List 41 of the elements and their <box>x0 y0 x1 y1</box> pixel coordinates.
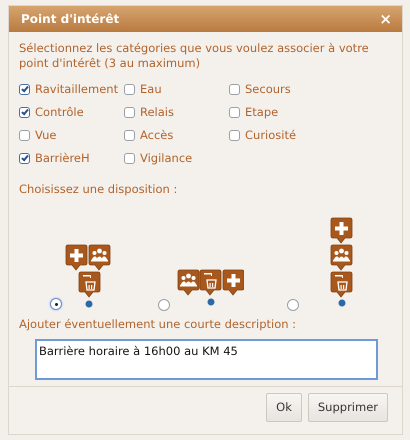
plus-marker-icon <box>222 270 244 296</box>
checkbox-label: Secours <box>245 82 291 97</box>
section-label: Ajouter éventuellement une courte description : <box>19 316 298 334</box>
checkbox[interactable] <box>124 153 135 164</box>
checkbox-label: Relais <box>140 105 174 120</box>
checkbox[interactable] <box>229 84 240 95</box>
checkbox[interactable] <box>124 130 135 141</box>
radio-button[interactable] <box>287 299 299 312</box>
section-label: Choisissez une disposition : <box>19 181 178 198</box>
anchor-dot <box>338 300 346 307</box>
checkbox-label: BarrièreH <box>35 151 90 166</box>
checkbox-label: Vue <box>35 128 56 143</box>
checkbox[interactable] <box>19 153 30 164</box>
checkbox-label: Etape <box>245 105 278 120</box>
checkbox-label: Accès <box>140 128 174 143</box>
checkbox[interactable] <box>229 107 240 118</box>
instruction-text: Sélectionnez les catégories que vous voulez associer à votre point d'intérêt (3 au maximum) <box>19 41 370 71</box>
anchor-dot <box>86 300 92 308</box>
dialog-title: Point d'intérêt <box>21 11 120 28</box>
checkbox-label: Vigilance <box>140 151 192 166</box>
plus-marker-icon <box>66 244 88 271</box>
checkbox[interactable] <box>124 107 135 118</box>
radio-button[interactable] <box>50 298 62 310</box>
people-marker-icon <box>178 270 200 296</box>
checkbox-label: Contrôle <box>35 105 84 120</box>
checkbox[interactable] <box>124 84 135 95</box>
checkbox-label: Eau <box>140 82 162 97</box>
checkbox[interactable] <box>19 107 30 118</box>
anchor-dot <box>208 298 214 306</box>
people-marker-icon <box>330 244 352 271</box>
checkbox[interactable] <box>19 84 30 95</box>
people-marker-icon <box>88 244 110 271</box>
checkbox[interactable] <box>229 130 240 141</box>
plus-marker-icon <box>330 218 352 244</box>
delete-button[interactable]: Supprimer <box>308 392 388 422</box>
checkbox[interactable] <box>19 130 30 141</box>
radio-button[interactable] <box>158 299 170 312</box>
description-field[interactable]: Barrière horaire à 16h00 au KM 45 <box>35 338 378 380</box>
ok-button[interactable]: Ok <box>266 392 302 422</box>
checkbox-label: Curiosité <box>245 128 296 143</box>
checkbox-label: Ravitaillement <box>35 82 118 97</box>
